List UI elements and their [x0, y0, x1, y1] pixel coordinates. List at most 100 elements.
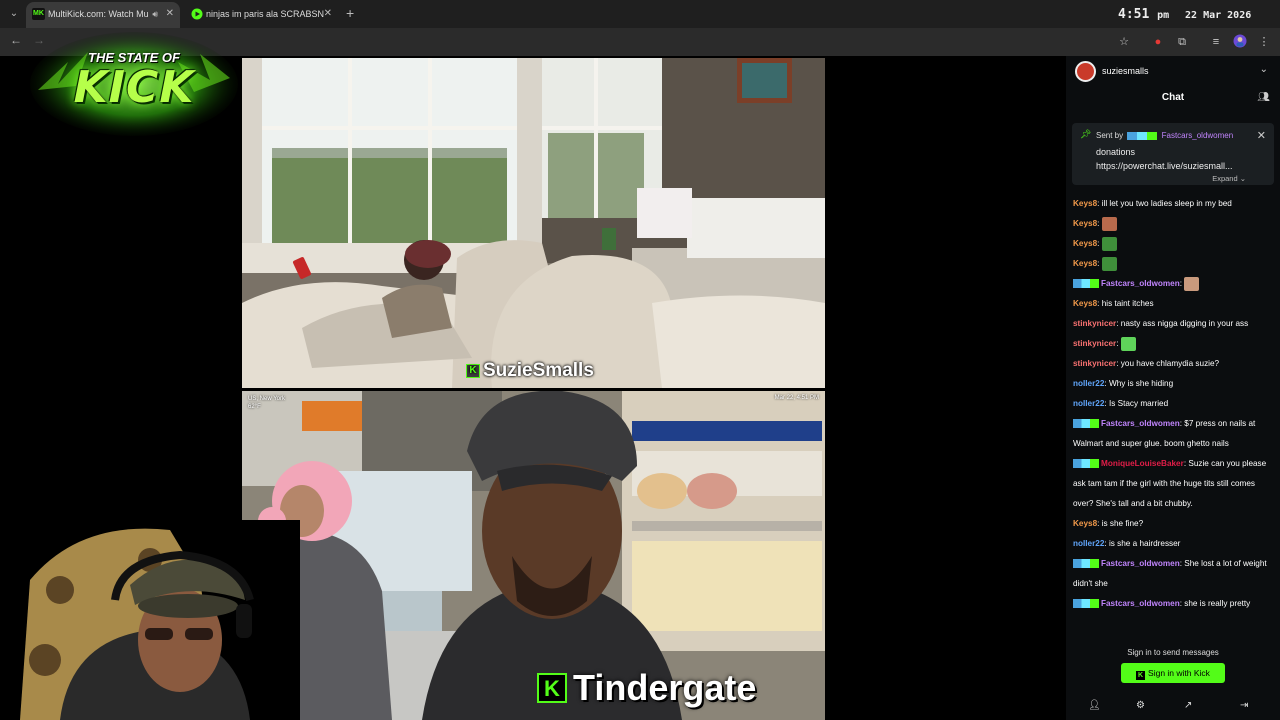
- chat-username[interactable]: Keys8: [1073, 259, 1097, 268]
- collapse-chat-icon[interactable]: ⇥: [1240, 700, 1248, 711]
- chat-username[interactable]: Fastcars_oldwomen: [1101, 559, 1180, 568]
- multikick-favicon-icon: MK: [32, 8, 45, 20]
- sent-by-label: Sent by: [1096, 131, 1124, 140]
- chat-username[interactable]: Keys8: [1073, 239, 1097, 248]
- channel-header[interactable]: suziesmalls ⌄: [1066, 56, 1280, 86]
- pinned-sender[interactable]: Fastcars_oldwomen: [1162, 131, 1234, 140]
- expand-button[interactable]: Expand ⌄: [1212, 174, 1246, 183]
- chat-footer: 👤︎ ⚙ ↗ ⇥: [1066, 698, 1280, 714]
- living-room-scene: [242, 58, 825, 388]
- user-badges-icon: [1073, 559, 1099, 569]
- extension-record-icon[interactable]: ●: [1150, 34, 1166, 50]
- chat-panel: suziesmalls ⌄ Chat 👥︎ 📌︎ Sent by Fastcar…: [1066, 56, 1280, 720]
- chat-username[interactable]: stinkynicer: [1073, 359, 1116, 368]
- chat-username[interactable]: Keys8: [1073, 299, 1097, 308]
- signin-note: Sign in to send messages: [1127, 648, 1219, 657]
- pinned-text: donations: [1096, 147, 1136, 157]
- chevron-down-icon[interactable]: ⌄: [1260, 64, 1268, 75]
- clock: 4:51 pm 22 Mar 2026: [1118, 7, 1251, 22]
- chat-message: Keys8: is she fine?: [1073, 514, 1275, 534]
- signin-with-kick-button[interactable]: K Sign in with Kick: [1121, 663, 1225, 683]
- chat-username[interactable]: noller22: [1073, 399, 1104, 408]
- chat-message: Keys8: his taint itches: [1073, 294, 1275, 314]
- tab-search-icon[interactable]: ⌄: [6, 6, 22, 22]
- chat-message: Keys8: ill let you two ladies sleep in m…: [1073, 194, 1275, 214]
- clock-date: 22 Mar 2026: [1185, 10, 1252, 21]
- chat-message: Fastcars_oldwomen: $7 press on nails at …: [1073, 414, 1275, 454]
- chat-message: noller22: Is Stacy married: [1073, 394, 1275, 414]
- green-emote-icon: [1120, 336, 1136, 351]
- chat-username[interactable]: Keys8: [1073, 219, 1097, 228]
- bookmark-star-icon[interactable]: ☆: [1116, 34, 1132, 50]
- gear-icon[interactable]: ⚙: [1136, 700, 1145, 711]
- chat-username[interactable]: Keys8: [1073, 519, 1097, 528]
- kick-logo-icon: K: [1136, 671, 1146, 680]
- chat-username[interactable]: stinkynicer: [1073, 319, 1116, 328]
- chat-text: his taint itches: [1101, 299, 1154, 308]
- chat-text: Is Stacy married: [1108, 399, 1169, 408]
- extensions-puzzle-icon[interactable]: ⧉: [1174, 34, 1190, 50]
- chat-username[interactable]: Fastcars_oldwomen: [1101, 599, 1180, 608]
- chat-username[interactable]: Fastcars_oldwomen: [1101, 419, 1180, 428]
- pinned-message: 📌︎ Sent by Fastcars_oldwomen ✕ donations…: [1072, 123, 1274, 185]
- pinned-link[interactable]: https://powerchat.live/suziesmall...: [1096, 161, 1233, 171]
- popout-icon[interactable]: ↗: [1184, 700, 1192, 711]
- channel-name[interactable]: suziesmalls: [1102, 66, 1149, 76]
- stream-video-suziesmalls[interactable]: K SuzieSmalls: [242, 58, 825, 388]
- channel-avatar[interactable]: [1075, 61, 1096, 82]
- face-emote-icon: [1101, 216, 1117, 231]
- chat-message: Fastcars_oldwomen: she is really pretty: [1073, 594, 1275, 614]
- stream-name-caption: K SuzieSmalls: [466, 360, 598, 382]
- temperature-text: 62°F: [248, 404, 261, 410]
- chat-text: ill let you two ladies sleep in my bed: [1101, 199, 1232, 208]
- pepe-emote-icon: [1101, 236, 1117, 251]
- stream-name: SuzieSmalls: [483, 360, 594, 381]
- kick-logo-icon: K: [466, 364, 480, 378]
- signin-button-label: Sign in with Kick: [1148, 668, 1210, 678]
- chat-message: stinkynicer:: [1073, 334, 1275, 354]
- chat-message: noller22: is she a hairdresser: [1073, 534, 1275, 554]
- pinned-sender-line: Sent by Fastcars_oldwomen: [1096, 131, 1233, 140]
- chat-text: nasty ass nigga digging in your ass: [1120, 319, 1249, 328]
- state-of-kick-logo: THE STATE OF KICK: [28, 22, 240, 140]
- play-icon: [190, 8, 203, 20]
- user-badges-icon: [1073, 459, 1099, 469]
- close-tab-icon[interactable]: ✕: [324, 2, 332, 26]
- chat-text: you have chlamydia suzie?: [1120, 359, 1220, 368]
- stream-video-tindergate[interactable]: US, New York 62°F Mar 22, 4:51 PM K Tind…: [242, 391, 825, 720]
- chat-messages: Keys8: ill let you two ladies sleep in m…: [1073, 194, 1275, 614]
- timestamp-overlay: Mar 22, 4:51 PM: [774, 395, 819, 401]
- chat-username[interactable]: Keys8: [1073, 199, 1097, 208]
- add-user-icon[interactable]: 👤︎: [1088, 700, 1101, 711]
- chat-text: is she a hairdresser: [1108, 539, 1181, 548]
- media-queue-icon[interactable]: ≡: [1208, 34, 1224, 50]
- chat-username[interactable]: noller22: [1073, 379, 1104, 388]
- pin-icon: 📌︎: [1080, 129, 1092, 139]
- chat-users-icon[interactable]: 👥︎: [1257, 92, 1270, 103]
- close-icon[interactable]: ✕: [1257, 129, 1266, 142]
- browser-menu-icon[interactable]: ⋮: [1256, 34, 1272, 50]
- chat-text: is she fine?: [1101, 519, 1144, 528]
- new-tab-icon[interactable]: +: [346, 5, 354, 21]
- chat-text: she is really pretty: [1184, 599, 1251, 608]
- location-text: US, New York: [248, 396, 286, 402]
- clock-time: 4:51: [1118, 7, 1150, 22]
- chat-message: stinkynicer: nasty ass nigga digging in …: [1073, 314, 1275, 334]
- chat-text: Why is she hiding: [1108, 379, 1174, 388]
- chat-message: stinkynicer: you have chlamydia suzie?: [1073, 354, 1275, 374]
- back-icon[interactable]: ←: [10, 33, 22, 47]
- chat-username[interactable]: Fastcars_oldwomen: [1101, 279, 1180, 288]
- chat-message: Fastcars_oldwomen:: [1073, 274, 1275, 294]
- chat-username[interactable]: stinkynicer: [1073, 339, 1116, 348]
- chat-message: noller22: Why is she hiding: [1073, 374, 1275, 394]
- chat-username[interactable]: MoniqueLouiseBaker: [1101, 459, 1184, 468]
- hand-emote-icon: [1184, 276, 1200, 291]
- logo-title: KICK: [73, 62, 195, 113]
- user-badges-icon: [1073, 419, 1099, 429]
- chat-message: Keys8:: [1073, 214, 1275, 234]
- user-badges-icon: [1127, 131, 1158, 140]
- profile-avatar-icon[interactable]: [1232, 34, 1248, 50]
- chat-message: Keys8:: [1073, 254, 1275, 274]
- chat-username[interactable]: noller22: [1073, 539, 1104, 548]
- chat-message: Fastcars_oldwomen: She lost a lot of wei…: [1073, 554, 1275, 594]
